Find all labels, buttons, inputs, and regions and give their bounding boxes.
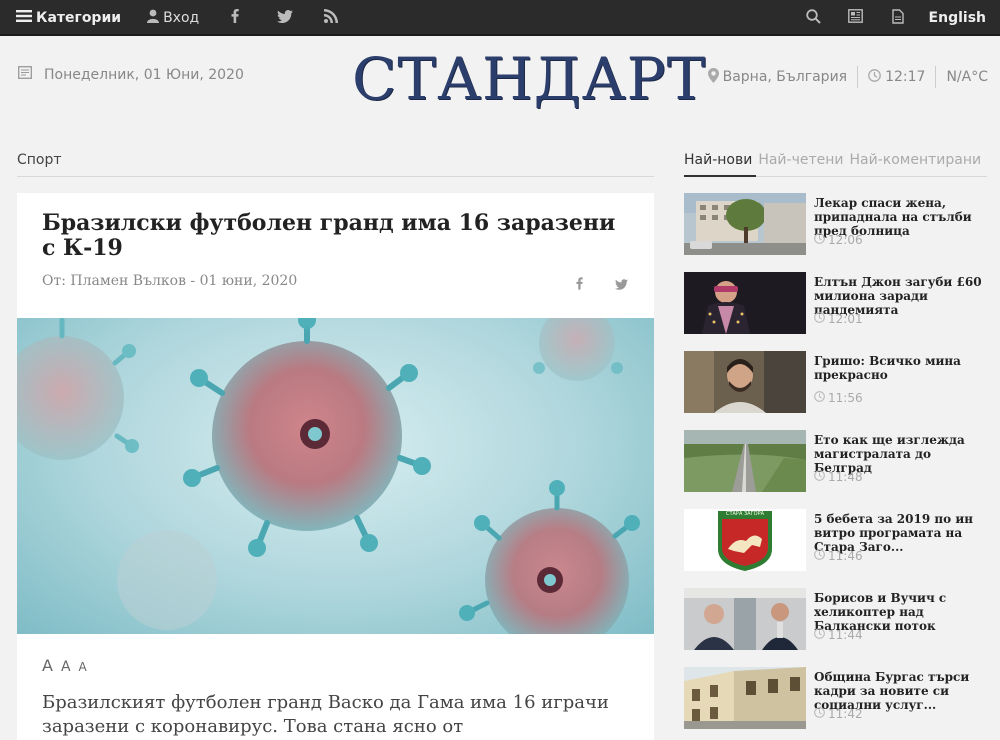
active-tab-indicator [684, 175, 756, 177]
article-card: Бразилски футболен гранд има 16 заразени… [17, 193, 654, 740]
news-time-text: 12:01 [828, 312, 863, 326]
login-button[interactable]: Вход [147, 0, 199, 36]
sidebar-tabs: Най-нови Най-четени Най-коментирани [684, 152, 981, 168]
clock-icon [814, 391, 825, 405]
news-time: 12:06 [814, 233, 863, 247]
news-time: 11:44 [814, 628, 863, 642]
clock-icon [814, 233, 825, 247]
clock-icon [814, 707, 825, 721]
clock-icon [814, 312, 825, 326]
clock-icon [868, 68, 881, 86]
divider [935, 66, 937, 88]
article-image [17, 318, 654, 634]
divider [857, 66, 859, 88]
clock-icon [814, 549, 825, 563]
list-item[interactable]: Община Бургас търси кадри за новите си с… [684, 667, 987, 729]
news-thumbnail: СТАРА ЗАГОРА [684, 509, 806, 571]
top-navigation-bar: Категории Вход English [0, 0, 1000, 36]
share-buttons [576, 275, 628, 294]
news-thumbnail [684, 351, 806, 413]
hamburger-menu-icon [16, 9, 32, 27]
search-icon [806, 8, 821, 28]
font-size-large-button[interactable]: A [42, 656, 53, 675]
news-time-text: 11:44 [828, 628, 863, 642]
news-time-text: 11:42 [828, 707, 863, 721]
document-icon [891, 8, 904, 28]
list-item[interactable]: Елтън Джон загуби £60 милиона заради пан… [684, 272, 987, 334]
article-byline: От: Пламен Вълков - 01 юни, 2020 [42, 273, 298, 289]
news-thumbnail [684, 272, 806, 334]
news-title[interactable]: 5 бебета за 2019 по ин витро програмата … [814, 512, 986, 554]
twitter-link[interactable] [277, 0, 294, 36]
clock-icon [814, 470, 825, 484]
font-size-medium-button[interactable]: A [61, 659, 71, 675]
pdf-button[interactable] [877, 0, 919, 36]
list-item[interactable]: Борисов и Вучич с хеликоптер над Балканс… [684, 588, 987, 650]
language-switch[interactable]: English [919, 0, 1000, 36]
categories-menu-button[interactable]: Категории [0, 0, 121, 36]
temperature-text: N/A°C [946, 69, 988, 85]
twitter-icon [615, 279, 628, 290]
clock-icon [814, 628, 825, 642]
stara-zagora-crest [718, 511, 772, 571]
list-item[interactable]: Гришо: Всичко мина прекрасно 11:56 [684, 351, 987, 413]
site-logo[interactable]: СТАНДАРТ [352, 44, 705, 114]
share-facebook-button[interactable] [576, 275, 583, 294]
news-time: 12:01 [814, 312, 863, 326]
news-thumbnail [684, 588, 806, 650]
news-time: 11:48 [814, 470, 863, 484]
tab-most-read[interactable]: Най-четени [758, 152, 843, 168]
twitter-icon [277, 9, 294, 27]
search-button[interactable] [793, 0, 835, 36]
tab-most-commented[interactable]: Най-коментирани [850, 152, 982, 168]
list-item[interactable]: Лекар спаси жена, припаднала на стълби п… [684, 193, 987, 255]
news-time-text: 11:48 [828, 470, 863, 484]
news-title[interactable]: Ето как ще изглежда магистралата до Белг… [814, 433, 986, 475]
article-title: Бразилски футболен гранд има 16 заразени… [42, 210, 616, 261]
crest-text: СТАРА ЗАГОРА [725, 511, 765, 517]
date-text: Понеделник, 01 Юни, 2020 [44, 66, 244, 83]
list-item[interactable]: СТАРА ЗАГОРА 5 бебета за 2019 по ин витр… [684, 509, 987, 571]
section-divider [17, 176, 654, 177]
share-twitter-button[interactable] [615, 275, 628, 294]
list-item[interactable]: Ето как ще изглежда магистралата до Белг… [684, 430, 987, 492]
rss-icon [324, 9, 339, 27]
news-thumbnail [684, 430, 806, 492]
rss-link[interactable] [323, 0, 339, 36]
news-time: 11:46 [814, 549, 863, 563]
news-thumbnail [684, 193, 806, 255]
font-size-small-button[interactable]: A [79, 660, 87, 674]
login-label: Вход [163, 10, 200, 26]
facebook-icon [231, 9, 239, 27]
location-pin-icon [707, 67, 719, 87]
time-text: 12:17 [885, 69, 926, 85]
location-text: Варна, България [722, 69, 848, 85]
font-size-controls: A A A [42, 656, 87, 675]
categories-label: Категории [36, 10, 122, 26]
news-time-text: 11:56 [828, 391, 863, 405]
news-time-text: 11:46 [828, 549, 863, 563]
newspaper-button[interactable] [835, 0, 877, 36]
tab-latest[interactable]: Най-нови [684, 152, 752, 168]
news-title[interactable]: Лекар спаси жена, припаднала на стълби п… [814, 196, 986, 238]
news-title[interactable]: Гришо: Всичко мина прекрасно [814, 354, 986, 382]
news-time: 11:42 [814, 707, 863, 721]
news-time-text: 12:06 [828, 233, 863, 247]
current-date: Понеделник, 01 Юни, 2020 [18, 66, 244, 83]
news-thumbnail [684, 667, 806, 729]
facebook-icon [576, 277, 583, 290]
news-title[interactable]: Община Бургас търси кадри за новите си с… [814, 670, 986, 712]
newspaper-icon [848, 9, 863, 27]
news-time: 11:56 [814, 391, 863, 405]
facebook-link[interactable] [227, 0, 243, 36]
header-info: Варна, България 12:17 N/A°C [707, 66, 988, 88]
news-title[interactable]: Елтън Джон загуби £60 милиона заради пан… [814, 275, 986, 317]
news-title[interactable]: Борисов и Вучич с хеликоптер над Балканс… [814, 591, 986, 633]
calendar-icon [18, 66, 32, 83]
user-icon [147, 9, 160, 27]
section-breadcrumb[interactable]: Спорт [17, 152, 62, 168]
article-body: Бразилският футболен гранд Васко да Гама… [42, 692, 609, 737]
